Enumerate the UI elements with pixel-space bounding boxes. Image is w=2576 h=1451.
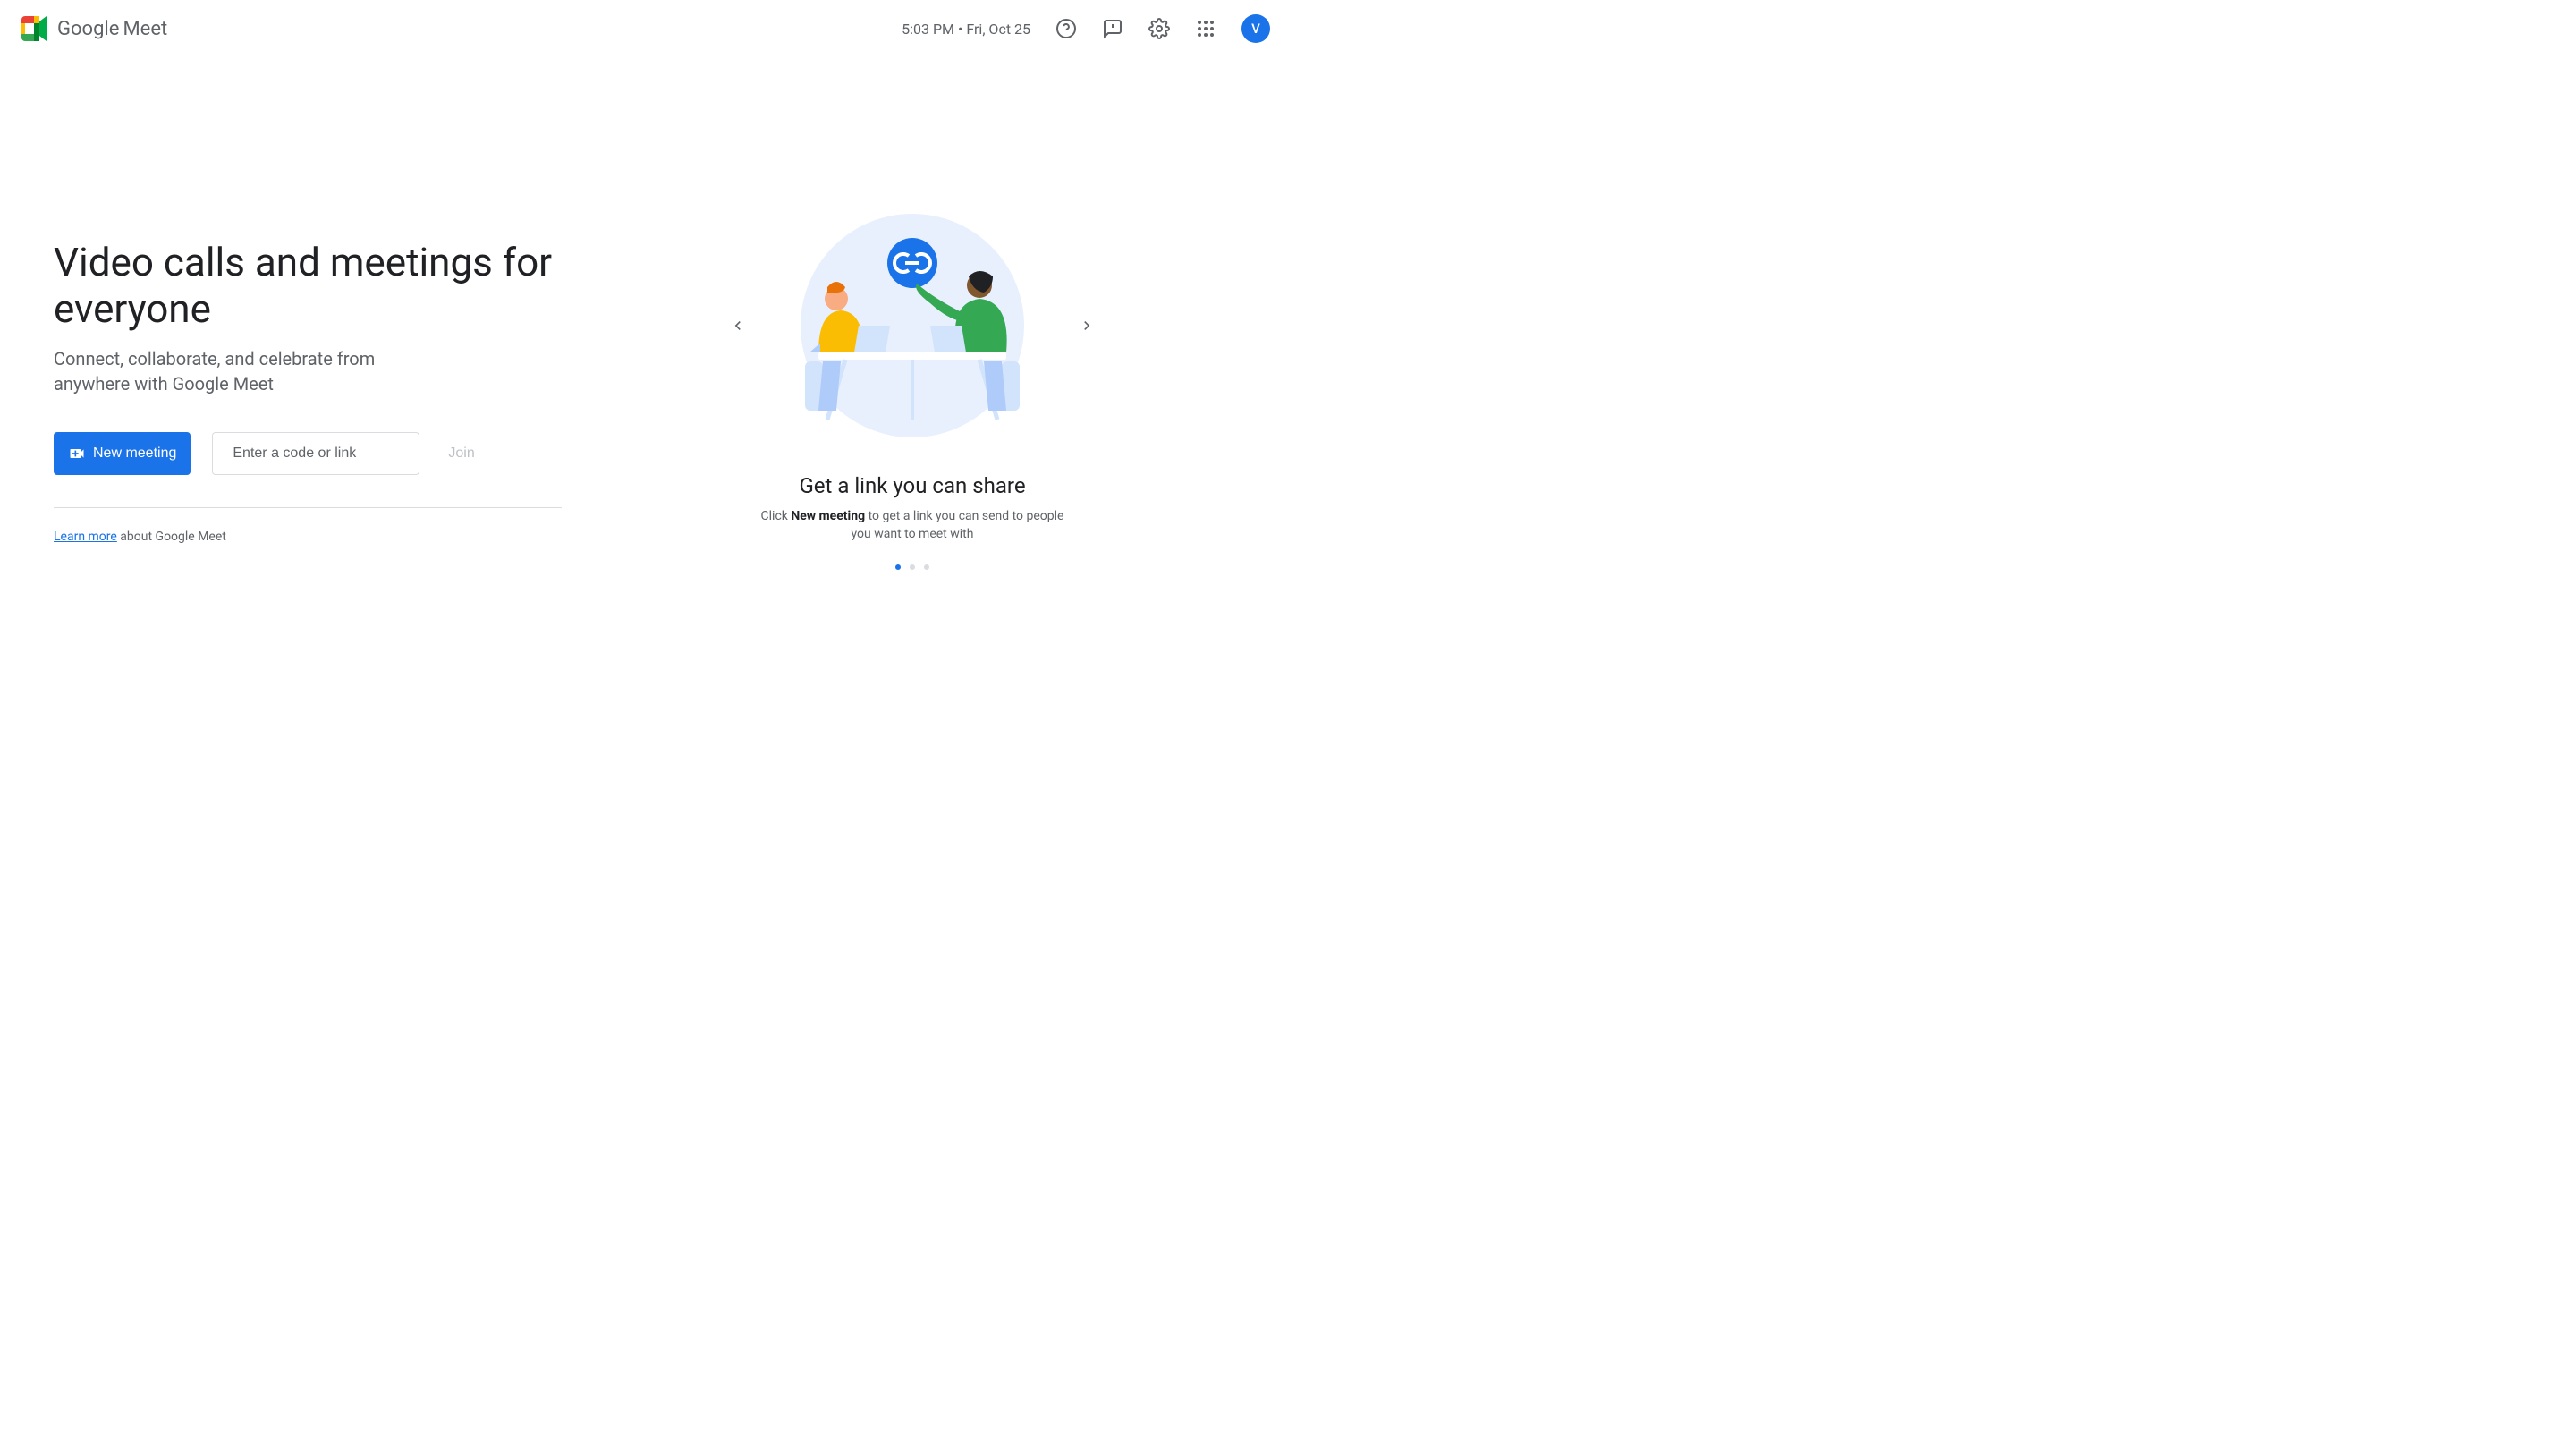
- carousel-prev-button[interactable]: [720, 308, 756, 344]
- datetime-text: 5:03 PM • Fri, Oct 25: [902, 21, 1030, 38]
- carousel-dot-0[interactable]: [895, 564, 901, 570]
- main-content: Video calls and meetings for everyone Co…: [0, 57, 1288, 726]
- settings-button[interactable]: [1141, 11, 1177, 47]
- account-avatar[interactable]: V: [1241, 14, 1270, 43]
- apps-grid-icon: [1197, 20, 1215, 38]
- code-input-container[interactable]: [212, 432, 419, 475]
- help-button[interactable]: [1048, 11, 1084, 47]
- carousel-desc-prefix: Click: [761, 509, 792, 523]
- carousel: [720, 214, 1105, 437]
- new-meeting-label: New meeting: [93, 445, 176, 462]
- carousel-desc-suffix: to get a link you can send to people you…: [852, 509, 1064, 541]
- brand-text: Google Meet: [57, 18, 167, 40]
- share-link-illustration: [774, 214, 1051, 437]
- page-subheadline: Connect, collaborate, and celebrate from…: [54, 346, 447, 396]
- apps-button[interactable]: [1188, 11, 1224, 47]
- join-button[interactable]: Join: [441, 445, 481, 462]
- learn-more-text: Learn more about Google Meet: [54, 530, 590, 544]
- carousel-next-button[interactable]: [1069, 308, 1105, 344]
- carousel-dot-2[interactable]: [924, 564, 929, 570]
- header-right: 5:03 PM • Fri, Oct 25: [902, 11, 1270, 47]
- header: Google Meet 5:03 PM • Fri, Oct 25: [0, 0, 1288, 57]
- brand-google: Google: [57, 18, 119, 40]
- meet-logo-icon: [18, 13, 50, 45]
- feedback-icon: [1102, 18, 1123, 39]
- video-plus-icon: [68, 445, 86, 462]
- action-row: New meeting Join: [54, 432, 590, 475]
- carousel-description: Click New meeting to get a link you can …: [751, 507, 1073, 543]
- feedback-button[interactable]: [1095, 11, 1131, 47]
- carousel-desc-bold: New meeting: [791, 509, 865, 523]
- left-panel: Video calls and meetings for everyone Co…: [54, 239, 590, 544]
- chevron-right-icon: [1078, 317, 1096, 335]
- right-panel: Get a link you can share Click New meeti…: [590, 214, 1234, 570]
- brand-meet: Meet: [123, 18, 167, 40]
- code-input[interactable]: [233, 445, 418, 462]
- help-icon: [1055, 18, 1077, 39]
- chevron-left-icon: [729, 317, 747, 335]
- new-meeting-button[interactable]: New meeting: [54, 432, 191, 475]
- header-left: Google Meet: [18, 13, 167, 45]
- carousel-dot-1[interactable]: [910, 564, 915, 570]
- learn-more-link[interactable]: Learn more: [54, 530, 117, 544]
- divider: [54, 507, 562, 508]
- carousel-dots: [895, 564, 929, 570]
- learn-more-suffix: about Google Meet: [117, 530, 226, 544]
- page-headline: Video calls and meetings for everyone: [54, 239, 590, 332]
- gear-icon: [1148, 18, 1170, 39]
- carousel-title: Get a link you can share: [799, 473, 1025, 498]
